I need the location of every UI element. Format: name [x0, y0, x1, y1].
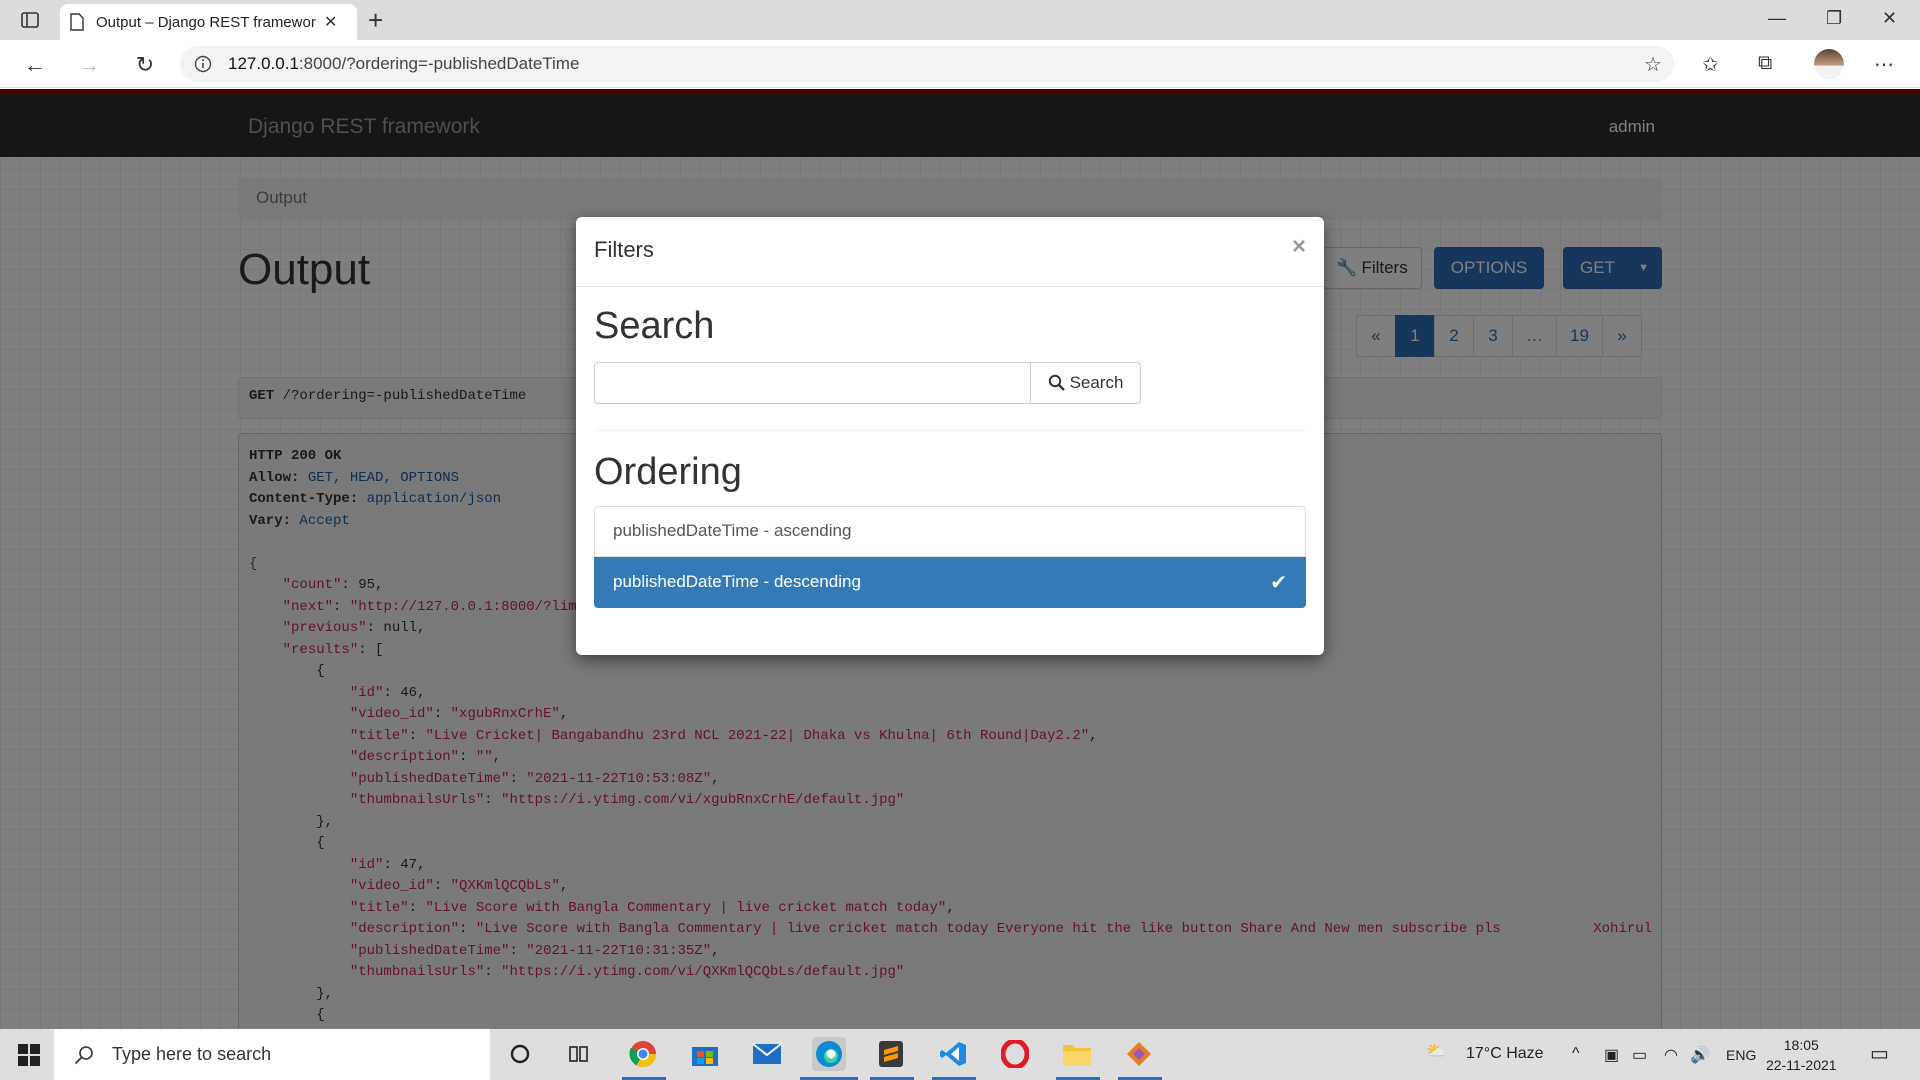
chrome-icon[interactable] — [626, 1037, 660, 1071]
tab-close-icon[interactable]: ✕ — [324, 12, 337, 32]
edge-icon[interactable] — [812, 1037, 846, 1071]
modal-body: Search Search Ordering publishedDateTime… — [576, 287, 1324, 626]
task-view-icon[interactable] — [563, 1037, 597, 1071]
ordering-list: publishedDateTime - ascending publishedD… — [594, 506, 1306, 608]
search-button[interactable]: Search — [1031, 362, 1141, 404]
collections-icon[interactable]: ⧉ — [1758, 52, 1772, 75]
ordering-option-descending[interactable]: publishedDateTime - descending ✔ — [594, 557, 1306, 608]
close-icon[interactable]: × — [1292, 233, 1306, 261]
close-window-icon[interactable]: ✕ — [1882, 8, 1897, 29]
sublime-text-icon[interactable] — [874, 1037, 908, 1071]
battery-icon[interactable]: ▭ — [1632, 1045, 1647, 1065]
ordering-heading: Ordering — [594, 451, 742, 493]
page-icon — [70, 13, 84, 31]
divider — [594, 430, 1306, 431]
wifi-icon[interactable]: ◠ — [1664, 1045, 1678, 1065]
volume-icon[interactable]: 🔊 — [1690, 1045, 1710, 1065]
checkmark-icon: ✔ — [1270, 572, 1287, 594]
ordering-option-ascending[interactable]: publishedDateTime - ascending — [594, 506, 1306, 557]
add-favorite-icon[interactable]: ☆ — [1644, 52, 1662, 77]
modal-title: Filters — [594, 237, 654, 262]
more-options-icon[interactable]: ⋯ — [1874, 52, 1894, 77]
file-explorer-icon[interactable] — [1060, 1037, 1094, 1071]
minimize-icon[interactable]: — — [1768, 8, 1786, 29]
tab-actions-icon[interactable] — [16, 8, 44, 32]
notifications-icon[interactable]: ▭ — [1870, 1041, 1889, 1066]
weather-icon[interactable]: ⛅ — [1426, 1041, 1446, 1061]
meet-now-icon[interactable]: ▣ — [1604, 1045, 1619, 1065]
tab-title: Output – Django REST framewor — [96, 13, 316, 31]
search-heading: Search — [594, 305, 715, 347]
restore-icon[interactable]: ❐ — [1826, 8, 1842, 29]
vscode-icon[interactable] — [936, 1037, 970, 1071]
taskbar-search[interactable]: Type here to search — [54, 1029, 490, 1080]
search-input[interactable] — [594, 362, 1031, 404]
info-icon — [194, 55, 212, 73]
favorites-icon[interactable]: ✩ — [1702, 52, 1719, 77]
search-icon — [1048, 374, 1065, 391]
windows-taskbar: Type here to search ⛅ 17°C Haze ^ ▣ ▭ ◠ … — [0, 1029, 1920, 1080]
filters-modal: Filters × Search Search Ordering publish… — [576, 217, 1324, 655]
clock-time: 18:05 — [1783, 1037, 1819, 1053]
mail-icon[interactable] — [750, 1037, 784, 1071]
browser-tabbar: Output – Django REST framewor ✕ + — ❐ ✕ — [0, 0, 1920, 40]
taskbar-search-placeholder: Type here to search — [112, 1044, 272, 1064]
page-content: Django REST framework admin Output Outpu… — [0, 89, 1920, 1029]
windows-start-icon[interactable] — [18, 1044, 40, 1071]
weather-text[interactable]: 17°C Haze — [1466, 1045, 1544, 1063]
chevron-up-icon[interactable]: ^ — [1572, 1045, 1580, 1063]
store-icon[interactable] — [688, 1037, 722, 1071]
back-icon[interactable]: ← — [20, 50, 50, 80]
cortana-icon[interactable] — [503, 1037, 537, 1071]
clock-date: 22-11-2021 — [1766, 1057, 1837, 1073]
search-form: Search — [594, 362, 1306, 404]
opera-icon[interactable] — [998, 1037, 1032, 1071]
profile-avatar[interactable] — [1814, 49, 1844, 79]
language-indicator[interactable]: ENG — [1726, 1047, 1756, 1063]
search-icon — [74, 1045, 93, 1064]
forward-icon[interactable]: → — [74, 50, 104, 80]
address-field[interactable]: 127.0.0.1:8000/?ordering=-publishedDateT… — [180, 46, 1674, 82]
url-text: 127.0.0.1:8000/?ordering=-publishedDateT… — [228, 54, 580, 73]
address-bar-row: ← → ↻ 127.0.0.1:8000/?ordering=-publishe… — [0, 40, 1920, 88]
new-tab-button[interactable]: + — [368, 6, 383, 34]
clock[interactable]: 18:05 22-11-2021 — [1766, 1035, 1837, 1075]
reload-icon[interactable]: ↻ — [130, 50, 160, 80]
app-icon[interactable] — [1122, 1037, 1156, 1071]
modal-header: Filters × — [576, 217, 1324, 287]
browser-tab[interactable]: Output – Django REST framewor ✕ — [60, 4, 357, 40]
